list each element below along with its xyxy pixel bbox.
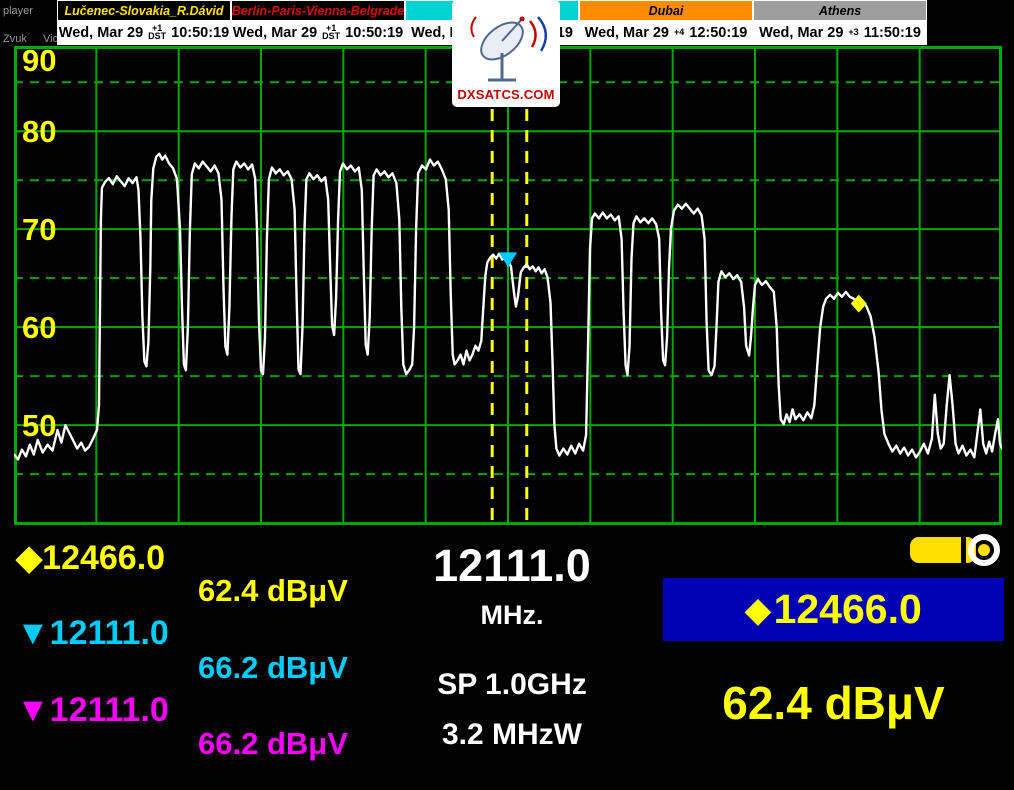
spectrum-analyzer-screen: player Zvuk Vid Lučenec-Slovakia_R.Dávid… bbox=[0, 0, 1014, 790]
clock-datetime: Wed, Mar 29+311:50:19 bbox=[754, 20, 926, 44]
battery-icon bbox=[908, 532, 1004, 568]
active-marker-level: 62.4 dBμV bbox=[663, 676, 1004, 730]
marker1-freq-row: ◆12466.0 bbox=[16, 538, 165, 578]
clock-datetime: Wed, Mar 29+1DST10:50:19 bbox=[232, 20, 404, 44]
clock-cell-5: AthensWed, Mar 29+311:50:19 bbox=[753, 0, 927, 45]
y-axis-label: 60 bbox=[22, 310, 56, 345]
marker1-freq: 12466.0 bbox=[42, 539, 165, 577]
marker1-level: 62.4 dBμV bbox=[198, 573, 348, 609]
span-readout: SP 1.0GHz bbox=[408, 668, 616, 702]
active-marker-freq: 12466.0 bbox=[774, 586, 922, 633]
clock-cell-4: DubaiWed, Mar 29+412:50:19 bbox=[579, 0, 753, 45]
clock-cell-1: Lučenec-Slovakia_R.DávidWed, Mar 29+1DST… bbox=[57, 0, 231, 45]
y-axis-label: 90 bbox=[22, 46, 56, 78]
spectrum-chart: 90 80 70 60 50 bbox=[14, 46, 1002, 525]
triangle-down-icon: ▼ bbox=[16, 691, 50, 729]
satellite-dish-icon bbox=[456, 7, 556, 87]
bandwidth-readout: 3.2 MHzW bbox=[408, 718, 616, 752]
marker2-level: 66.2 dBμV bbox=[198, 650, 348, 686]
marker3-freq: 12111.0 bbox=[50, 691, 169, 729]
spectrum-plot: 90 80 70 60 50 bbox=[14, 46, 1002, 525]
diamond-icon: ◆ bbox=[16, 539, 42, 577]
marker2-freq-row: ▼12111.0 bbox=[16, 614, 169, 653]
marker2-freq: 12111.0 bbox=[50, 614, 169, 652]
marker3-level: 66.2 dBμV bbox=[198, 726, 348, 762]
center-frequency: 12111.0 bbox=[412, 540, 612, 592]
triangle-down-icon: ▼ bbox=[16, 614, 50, 652]
logo-text: DXSATCS.COM bbox=[457, 87, 554, 102]
active-marker-box: ◆12466.0 bbox=[663, 578, 1004, 641]
clock-city: Athens bbox=[754, 1, 926, 20]
y-axis-label: 70 bbox=[22, 212, 56, 247]
clock-city: Dubai bbox=[580, 1, 752, 20]
y-axis-label: 50 bbox=[22, 408, 56, 443]
clock-cell-2: Berlin-Paris-Vienna-BelgradeWed, Mar 29+… bbox=[231, 0, 405, 45]
clock-city: Lučenec-Slovakia_R.Dávid bbox=[58, 1, 230, 20]
diamond-icon: ◆ bbox=[745, 590, 770, 629]
clock-city: Berlin-Paris-Vienna-Belgrade bbox=[232, 1, 404, 20]
clock-datetime: Wed, Mar 29+412:50:19 bbox=[580, 20, 752, 44]
dxsatcs-logo: DXSATCS.COM bbox=[452, 0, 560, 107]
center-frequency-unit: MHz. bbox=[412, 600, 612, 631]
clock-datetime: Wed, Mar 29+1DST10:50:19 bbox=[58, 20, 230, 44]
zvuk-label: Zvuk bbox=[3, 33, 27, 45]
player-label: player bbox=[3, 5, 33, 17]
marker3-freq-row: ▼12111.0 bbox=[16, 691, 169, 730]
y-axis-label: 80 bbox=[22, 114, 56, 149]
